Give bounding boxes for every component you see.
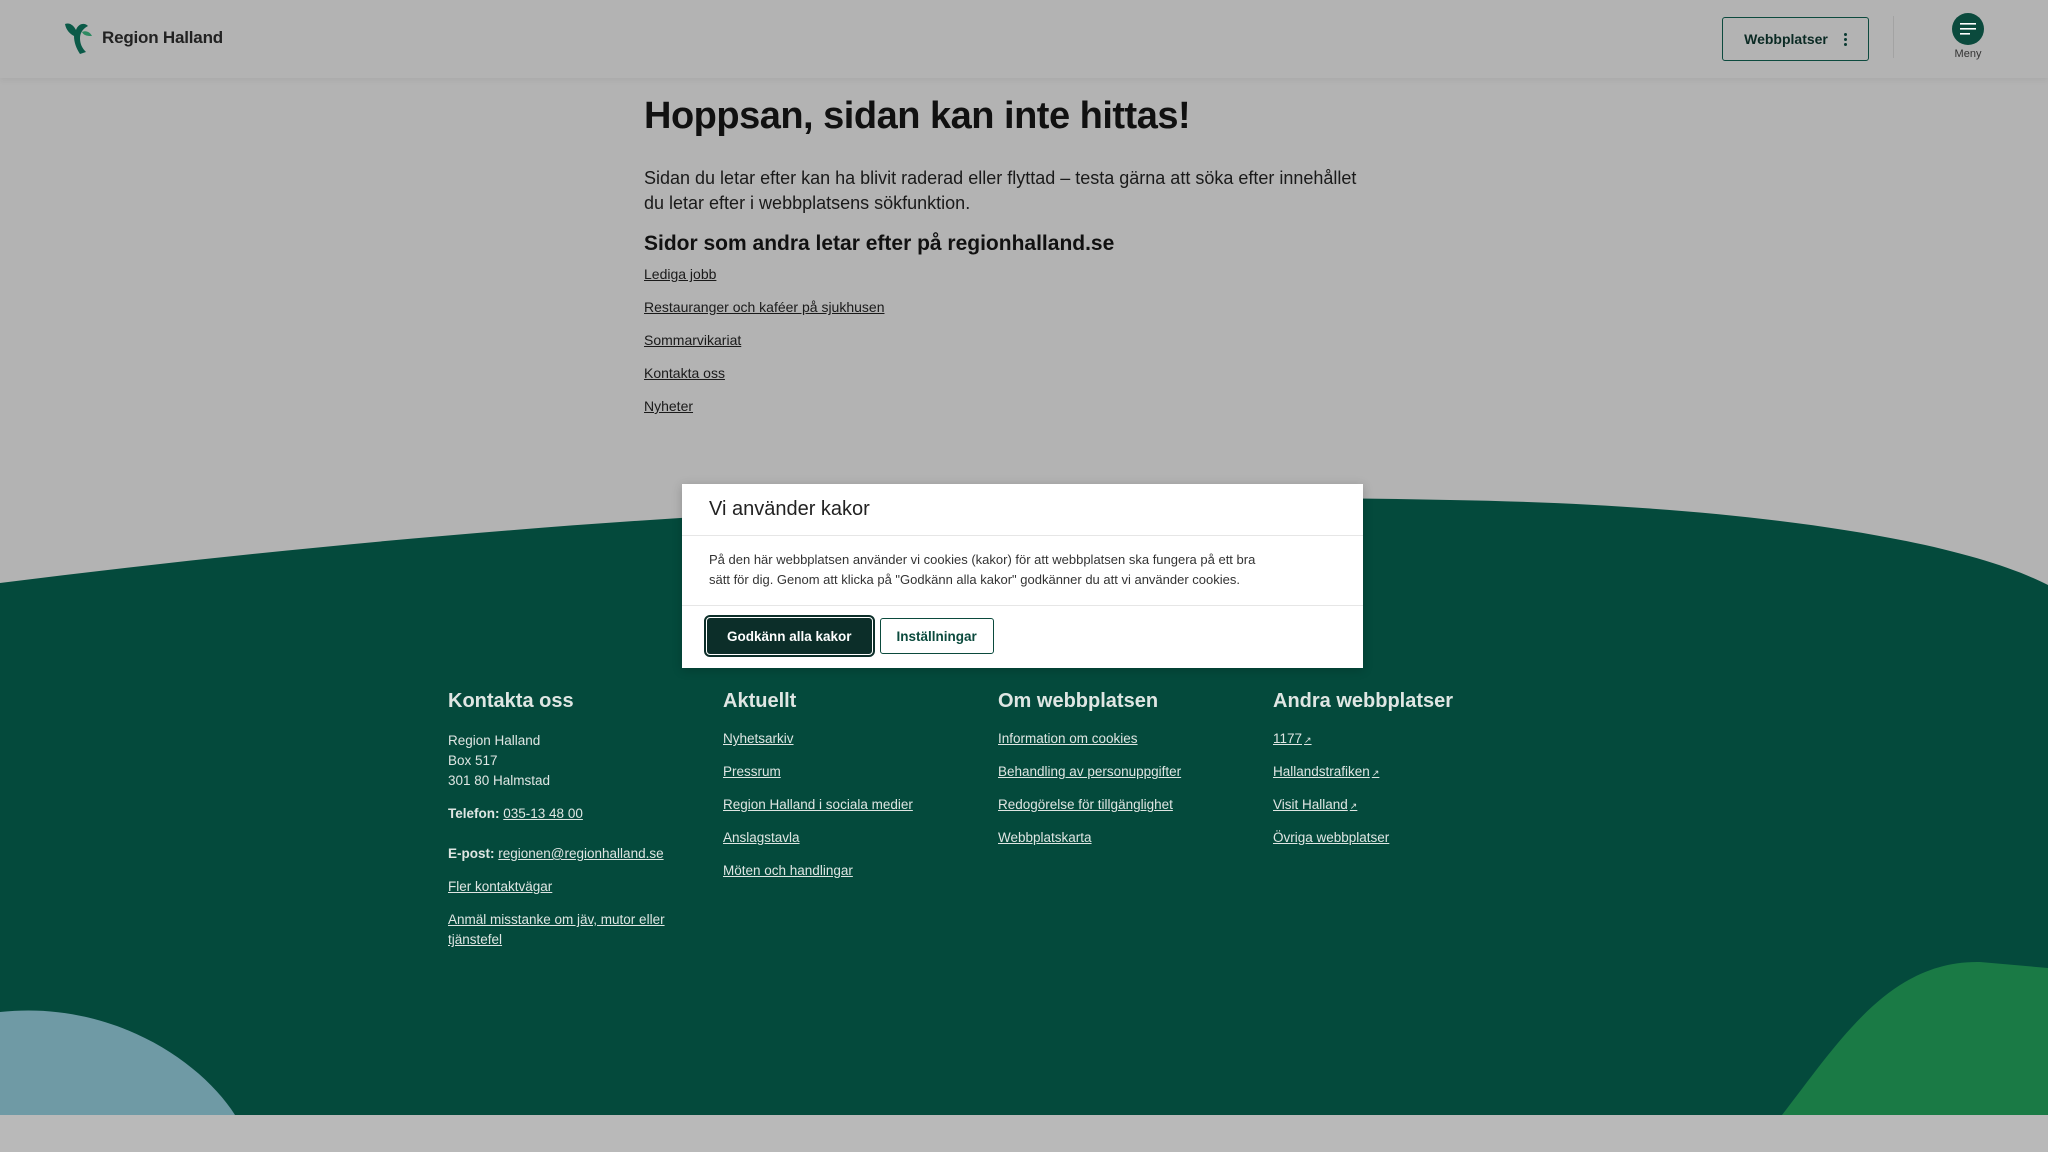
- link-lediga-jobb[interactable]: Lediga jobb: [644, 266, 716, 282]
- region-halland-logo-icon: [65, 23, 92, 54]
- header-divider: [1893, 16, 1894, 58]
- link-nyheter[interactable]: Nyheter: [644, 398, 693, 414]
- list-item: Restauranger och kaféer på sjukhusen: [644, 299, 1414, 332]
- cookie-settings-button[interactable]: Inställningar: [879, 618, 994, 654]
- footer-link-sociala-medier[interactable]: Region Halland i sociala medier: [723, 797, 913, 812]
- accept-all-cookies-button[interactable]: Godkänn alla kakor: [704, 615, 875, 657]
- footer-link-moten[interactable]: Möten och handlingar: [723, 863, 853, 878]
- footer-link-pressrum[interactable]: Pressrum: [723, 764, 781, 779]
- logo[interactable]: Region Halland: [62, 20, 223, 56]
- main-content: Hoppsan, sidan kan inte hittas! Sidan du…: [644, 92, 1414, 431]
- footer-link-webbplatskarta[interactable]: Webbplatskarta: [998, 830, 1092, 845]
- site-footer: Kontakta oss Region Halland Box 517 301 …: [448, 690, 1548, 950]
- webbplatser-label: Webbplatser: [1744, 31, 1828, 47]
- cookie-text-line-2: sätt för dig. Genom att klicka på "Godkä…: [709, 572, 1240, 587]
- bottom-strip: [0, 1115, 2048, 1152]
- menu-label: Meny: [1954, 48, 1982, 60]
- report-link[interactable]: Anmäl misstanke om jäv, mutor eller tjäns…: [448, 912, 665, 947]
- footer-col-contact: Kontakta oss Region Halland Box 517 301 …: [448, 690, 723, 950]
- footer-link-cookies[interactable]: Information om cookies: [998, 731, 1138, 746]
- hamburger-icon: [1952, 13, 1984, 45]
- address-line: Box 517: [448, 753, 498, 768]
- link-kontakta-oss[interactable]: Kontakta oss: [644, 365, 725, 381]
- footer-heading-other: Andra webbplatser: [1273, 690, 1454, 712]
- report-line-1: Anmäl misstanke om jäv, mutor eller: [448, 912, 665, 927]
- cookie-dialog-actions: Godkänn alla kakor Inställningar: [682, 606, 1363, 666]
- footer-link-visit-halland[interactable]: Visit Halland ↗: [1273, 797, 1357, 812]
- external-link-icon: ↗: [1371, 768, 1380, 778]
- popular-pages-list: Lediga jobb Restauranger och kaféer på s…: [644, 266, 1414, 431]
- email-link[interactable]: regionen@regionhalland.se: [498, 846, 663, 861]
- cookie-dialog: Vi använder kakor På den här webbplatsen…: [682, 484, 1363, 668]
- more-contact-link[interactable]: Fler kontaktvägar: [448, 879, 552, 894]
- list-item: Sommarvikariat: [644, 332, 1414, 365]
- intro-text: Sidan du letar efter kan ha blivit rader…: [644, 166, 1414, 216]
- popular-pages-heading: Sidor som andra letar efter på regionhal…: [644, 232, 1115, 255]
- email-label: E-post:: [448, 846, 495, 861]
- more-vertical-icon: [1843, 32, 1847, 46]
- webbplatser-button[interactable]: Webbplatser: [1722, 17, 1869, 61]
- footer-link-anslagstavla[interactable]: Anslagstavla: [723, 830, 800, 845]
- footer-col-about: Om webbplatsen Information om cookies Be…: [998, 690, 1273, 950]
- page: Region Halland Webbplatser Meny Hoppsan,…: [0, 0, 2048, 1115]
- site-header: Region Halland Webbplatser Meny: [0, 0, 2048, 78]
- address-line: 301 80 Halmstad: [448, 773, 551, 788]
- address-line: Region Halland: [448, 733, 541, 748]
- cookie-text-line-1: På den här webbplatsen använder vi cooki…: [709, 552, 1256, 567]
- page-title: Hoppsan, sidan kan inte hittas!: [644, 95, 1191, 137]
- footer-link-1177[interactable]: 1177 ↗: [1273, 731, 1312, 746]
- list-item: Lediga jobb: [644, 266, 1414, 299]
- footer-link-visit-halland-label: Visit Halland: [1273, 797, 1348, 812]
- cookie-dialog-text: På den här webbplatsen använder vi cooki…: [682, 536, 1363, 606]
- footer-link-hallandstrafiken[interactable]: Hallandstrafiken ↗: [1273, 764, 1379, 779]
- footer-link-tillganglighet[interactable]: Redogörelse för tillgänglighet: [998, 797, 1173, 812]
- list-item: Nyheter: [644, 398, 1414, 431]
- intro-line-2: du letar efter i webbplatsens sökfunktio…: [644, 193, 971, 213]
- menu-button[interactable]: Meny: [1950, 13, 1986, 60]
- footer-heading-news: Aktuellt: [723, 690, 797, 712]
- footer-link-personuppgifter[interactable]: Behandling av personuppgifter: [998, 764, 1181, 779]
- phone-label: Telefon:: [448, 806, 500, 821]
- footer-link-hallandstrafiken-label: Hallandstrafiken: [1273, 764, 1370, 779]
- email-line: E-post: regionen@regionhalland.se: [448, 844, 723, 864]
- phone-link[interactable]: 035-13 48 00: [503, 806, 583, 821]
- footer-link-1177-label: 1177: [1273, 731, 1303, 746]
- report-line-2: tjänstefel: [448, 932, 503, 947]
- phone-line: Telefon: 035-13 48 00: [448, 804, 723, 824]
- external-link-icon: ↗: [1304, 735, 1312, 745]
- footer-heading-about: Om webbplatsen: [998, 690, 1159, 712]
- list-item: Kontakta oss: [644, 365, 1414, 398]
- footer-col-other: Andra webbplatser 1177 ↗ Hallandstrafiken…: [1273, 690, 1548, 950]
- link-restauranger[interactable]: Restauranger och kaféer på sjukhusen: [644, 299, 884, 315]
- footer-heading-contact: Kontakta oss: [448, 690, 574, 712]
- logo-text: Region Halland: [102, 28, 223, 47]
- footer-link-nyhetsarkiv[interactable]: Nyhetsarkiv: [723, 731, 794, 746]
- external-link-icon: ↗: [1349, 801, 1358, 811]
- footer-link-ovriga[interactable]: Övriga webbplatser: [1273, 830, 1389, 845]
- cookie-dialog-title: Vi använder kakor: [682, 484, 1363, 536]
- link-sommarvikariat[interactable]: Sommarvikariat: [644, 332, 741, 348]
- footer-col-news: Aktuellt Nyhetsarkiv Pressrum Region Hal…: [723, 690, 998, 950]
- intro-line-1: Sidan du letar efter kan ha blivit rader…: [644, 168, 1357, 188]
